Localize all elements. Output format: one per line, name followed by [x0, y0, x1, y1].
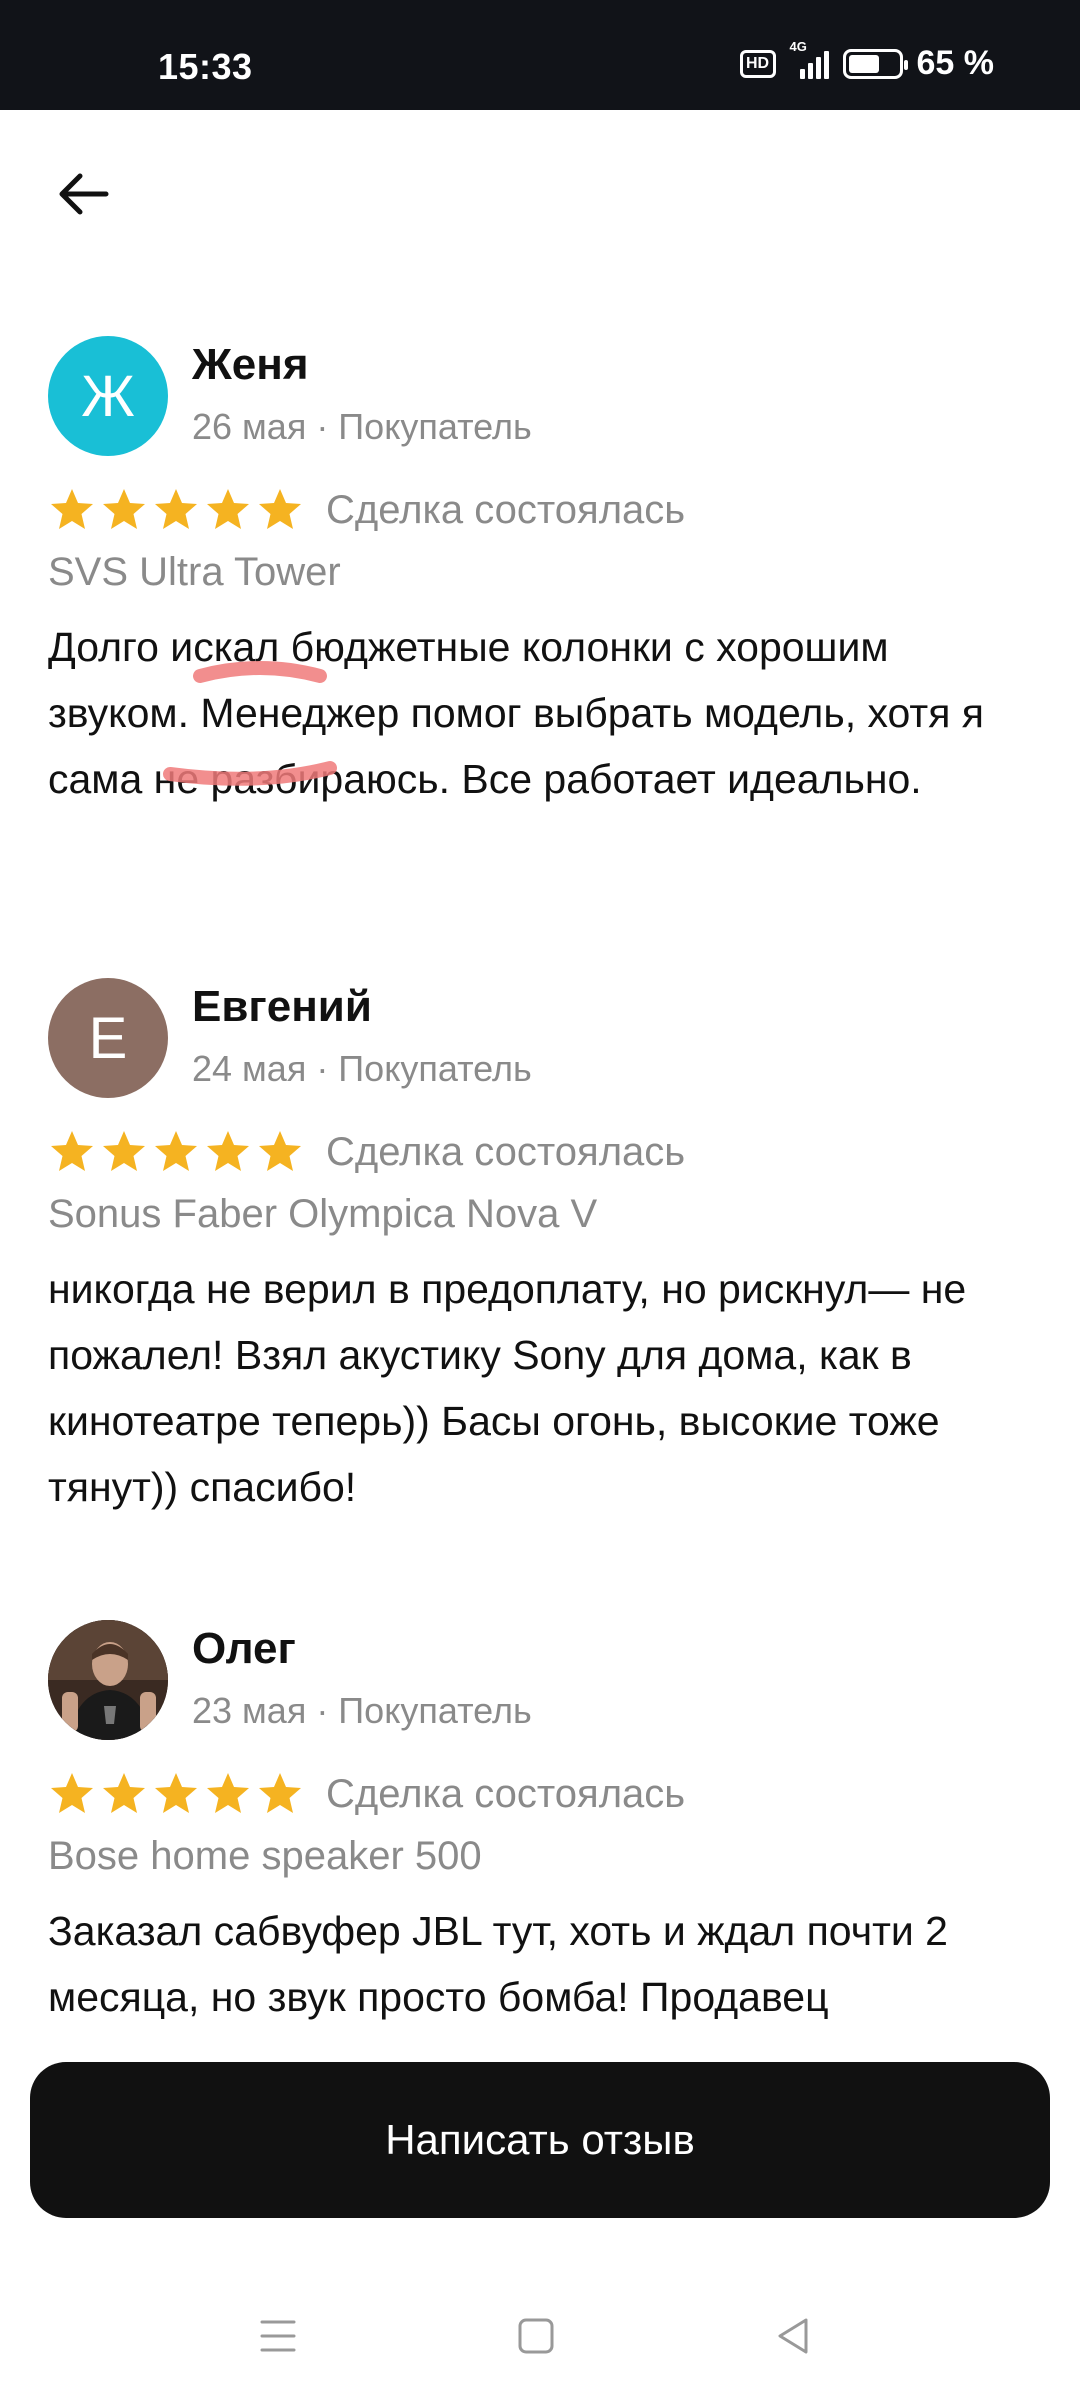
status-icons: HD 4G 65 % [739, 39, 995, 83]
review-meta: 23 мая · Покупатель [192, 1690, 532, 1731]
product-name: Bose home speaker 500 [48, 1834, 482, 1878]
review-text: Заказал сабвуфер JBL тут, хоть и ждал по… [48, 1908, 948, 2020]
reviewer-name: Олег [192, 1624, 296, 1673]
product-name: SVS Ultra Tower [48, 550, 341, 594]
avatar-photo [48, 1620, 168, 1740]
rating-row: Сделка состоялась [48, 1128, 685, 1176]
star-rating [48, 486, 304, 534]
star-icon [259, 1773, 301, 1813]
star-rating [48, 1770, 304, 1818]
review-card: Олег 23 мая · Покупатель Сделка состояла… [0, 1620, 1080, 2060]
nav-menu-button[interactable] [248, 2306, 308, 2366]
star-icon [103, 489, 145, 529]
rating-row: Сделка состоялась [48, 486, 685, 534]
review-text: никогда не верил в предоплату, но рискну… [48, 1266, 967, 1510]
reviewer-name: Евгений [192, 982, 372, 1031]
avatar: Ж [48, 336, 168, 456]
star-icon [259, 489, 301, 529]
system-nav-bar [0, 2270, 1080, 2400]
review-card: Е Евгений 24 мая · Покупатель Сделка сос… [0, 978, 1080, 1538]
status-time: 15:33 [158, 46, 253, 87]
star-icon [207, 1773, 249, 1813]
star-icon [51, 1773, 93, 1813]
home-square-icon [518, 2318, 554, 2354]
hd-icon: HD [739, 49, 776, 78]
network-type-label: 4G [789, 38, 807, 54]
menu-icon [260, 2320, 296, 2352]
star-icon [103, 1773, 145, 1813]
arrow-left-icon [59, 173, 109, 215]
star-icon [103, 1131, 145, 1171]
avatar-letter: Е [88, 1005, 128, 1071]
star-icon [51, 489, 93, 529]
nav-back-button[interactable] [764, 2306, 824, 2366]
review-meta: 24 мая · Покупатель [192, 1048, 532, 1089]
star-icon [207, 489, 249, 529]
battery-icon [842, 48, 908, 79]
star-icon [207, 1131, 249, 1171]
deal-status: Сделка состоялась [326, 1129, 686, 1174]
avatar-letter: Ж [81, 363, 135, 429]
deal-status: Сделка состоялась [326, 487, 686, 532]
review-meta: 26 мая · Покупатель [192, 406, 532, 447]
review-card: Ж Женя 26 мая · Покупатель Сделка состоя… [0, 336, 1080, 896]
status-bar: 15:33 HD 4G 65 % [0, 0, 1080, 110]
product-name: Sonus Faber Olympica Nova V [48, 1192, 598, 1236]
star-icon [259, 1131, 301, 1171]
star-icon [155, 1773, 197, 1813]
red-underline-annotation [163, 661, 337, 786]
nav-home-button[interactable] [506, 2306, 566, 2366]
star-rating [48, 1128, 304, 1176]
rating-row: Сделка состоялась [48, 1770, 685, 1818]
signal-icon: 4G [790, 39, 829, 79]
star-icon [155, 1131, 197, 1171]
reviewer-name: Женя [192, 340, 309, 389]
deal-status: Сделка состоялась [326, 1771, 686, 1816]
user-photo-icon [48, 1620, 168, 1740]
write-review-button[interactable]: Написать отзыв [30, 2062, 1050, 2218]
battery-percent: 65 % [916, 44, 995, 82]
back-triangle-icon [778, 2318, 808, 2354]
star-icon [155, 489, 197, 529]
avatar: Е [48, 978, 168, 1098]
star-icon [51, 1131, 93, 1171]
back-button[interactable] [48, 158, 120, 230]
